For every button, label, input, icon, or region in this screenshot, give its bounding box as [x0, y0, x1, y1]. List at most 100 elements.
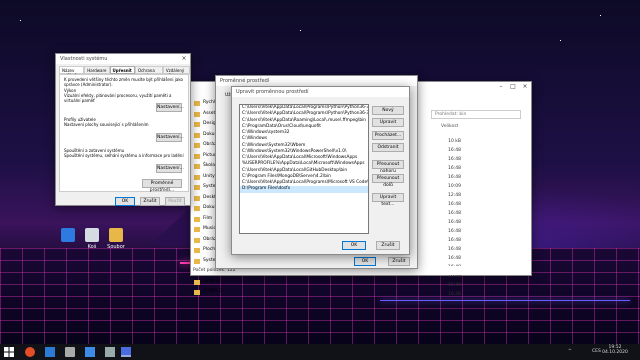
vscode-icon[interactable] [45, 347, 55, 357]
settings-icon[interactable] [85, 347, 95, 357]
folder-icon [194, 258, 200, 264]
folder-icon [194, 279, 200, 285]
sys-cancel-button[interactable]: Zrušit [140, 197, 160, 206]
desktop-icon[interactable]: Koš [80, 228, 104, 250]
window-title: Vlastnosti systému [60, 56, 108, 62]
edit-side-button[interactable]: Procházet... [372, 131, 404, 140]
folder-icon [194, 174, 200, 180]
sidebar-item-label: FLASH D [203, 289, 223, 294]
tab-remote[interactable]: Vzdálený přístup [162, 66, 190, 78]
folder-icon [194, 164, 200, 169]
start-icon[interactable] [4, 347, 14, 357]
clock[interactable]: 19:52 04.10.2020 [601, 345, 629, 355]
close-icon[interactable]: × [519, 82, 531, 92]
file-time: 12:48 [448, 193, 461, 198]
file-time: 16:48 [448, 238, 461, 243]
star [20, 20, 21, 21]
maximize-icon[interactable]: □ [507, 82, 519, 92]
firefox-icon[interactable] [25, 347, 35, 357]
desktop-icon[interactable]: Soubor [104, 228, 128, 250]
edit-cancel-button[interactable]: Zrušit [376, 241, 400, 250]
startup-settings-button[interactable]: Nastavení... [156, 164, 184, 173]
recycle-bin-icon [85, 228, 99, 242]
sys-apply-button[interactable]: Použít [165, 197, 185, 206]
folder-icon [194, 153, 200, 159]
active-app-icon[interactable] [121, 347, 131, 357]
tab-system-protection[interactable]: Ochrana systému [134, 66, 163, 78]
env-vars-titlebar[interactable]: Proměnné prostředí [216, 76, 417, 86]
folder-icon [194, 216, 200, 222]
sidebar-item-label: Local D [203, 278, 220, 284]
file-time: 16:48 [448, 283, 461, 288]
system-properties-titlebar[interactable]: Vlastnosti systému × [56, 54, 190, 64]
env-vars-button[interactable]: Proměnné prostředí... [142, 179, 182, 193]
startup-desc: Spouštění systému, selhání systému a inf… [64, 153, 184, 158]
sidebar-item[interactable]: Local D [191, 277, 234, 288]
edit-env-titlebar[interactable]: Upravit proměnnou prostředí [232, 87, 409, 97]
sys-ok-button[interactable]: OK [115, 197, 135, 206]
desktop-icon-label: Soubor [107, 244, 125, 250]
file-time: 16:48 [448, 247, 461, 252]
file-time: 16:48 [448, 211, 461, 216]
file-time: 10 kB [448, 139, 461, 144]
system-icon[interactable] [105, 347, 115, 357]
file-time: 16:48 [448, 256, 461, 261]
path-entry[interactable]: C:\Users\Vitek\AppData\Roaming\Local\.mu… [240, 118, 368, 124]
path-entry[interactable]: %USERPROFILE%\AppData\Local\Microsoft\Wi… [240, 161, 368, 167]
path-entry[interactable]: D:\Program Files\dosfx [240, 186, 368, 193]
file-time: 16:48 [448, 229, 461, 234]
star [560, 40, 561, 41]
sidebar-item[interactable]: FLASH D [191, 287, 234, 298]
file-time: 16:48 [448, 292, 461, 297]
tab-panel: K provedení většiny těchto změn musíte b… [59, 74, 189, 193]
folder-icon [194, 132, 200, 138]
edit-side-button[interactable]: Přesunout nahoru [372, 160, 404, 174]
file-time: 16:48 [448, 148, 461, 153]
perf-settings-button[interactable]: Nastavení... [156, 103, 184, 112]
folder-icon [194, 185, 200, 190]
star [300, 30, 301, 31]
file-time: 16:48 [448, 157, 461, 162]
folder-icon [194, 248, 200, 253]
window-title: Proměnné prostředí [220, 78, 270, 84]
folder-icon [109, 228, 123, 242]
file-time: 16:48 [448, 166, 461, 171]
path-list[interactable]: C:\Users\Vitek\AppData\Local\Programs\Py… [239, 104, 369, 234]
profiles-desc: Nastavení plochy související s přihlášen… [64, 122, 149, 127]
search-input[interactable]: Prohledat: bin [431, 110, 521, 119]
admin-note: K provedení většiny těchto změn musíte b… [64, 77, 183, 87]
folder-icon [194, 195, 200, 201]
edit-side-button[interactable]: Nový [372, 106, 404, 115]
tab-hardware[interactable]: Hardware [84, 66, 110, 74]
steam-icon[interactable] [65, 347, 75, 357]
language-indicator[interactable]: CES [592, 349, 601, 354]
taskbar: ^ CES 19:52 04.10.2020 [0, 344, 640, 360]
edit-side-button[interactable]: Upravit text... [372, 193, 404, 207]
wallpaper-glow [380, 300, 630, 301]
system-properties-window[interactable]: Vlastnosti systému × Název počítače Hard… [55, 53, 191, 206]
chevron-up-icon[interactable]: ^ [568, 349, 572, 354]
sidebar-item-label: Film [203, 215, 213, 221]
folder-icon [194, 206, 200, 211]
desktop-icon[interactable] [56, 228, 80, 244]
edit-side-button[interactable]: Přesunout dolů [372, 174, 404, 188]
minimize-icon[interactable]: – [495, 82, 507, 92]
edit-side-button[interactable]: Upravit [372, 118, 404, 127]
desktop-icon-label: Koš [87, 244, 97, 250]
tab-computer-name[interactable]: Název počítače [59, 66, 85, 78]
perf-desc: Vizuální efekty, plánování procesoru, vy… [64, 93, 172, 103]
column-header[interactable]: Velikost [441, 124, 458, 129]
profiles-settings-button[interactable]: Nastavení... [156, 133, 184, 142]
path-entry[interactable]: C:\Users\Vitek\AppData\Local\Programs\Py… [240, 111, 368, 117]
tab-advanced[interactable]: Upřesnit [109, 66, 135, 74]
edit-ok-button[interactable]: OK [342, 241, 366, 250]
sidebar-item-label: Music [203, 226, 216, 231]
env-ok-button[interactable]: OK [354, 257, 376, 266]
tab-strip: Název počítače Hardware Upřesnit Ochrana… [59, 66, 190, 78]
sidebar-item-label: Škola [203, 163, 216, 168]
clock-date: 04.10.2020 [602, 350, 628, 355]
env-cancel-button[interactable]: Zrušit [388, 257, 410, 266]
file-time: 16:48 [448, 175, 461, 180]
edit-side-button[interactable]: Odstranit [372, 143, 404, 152]
close-icon[interactable]: × [178, 54, 190, 64]
